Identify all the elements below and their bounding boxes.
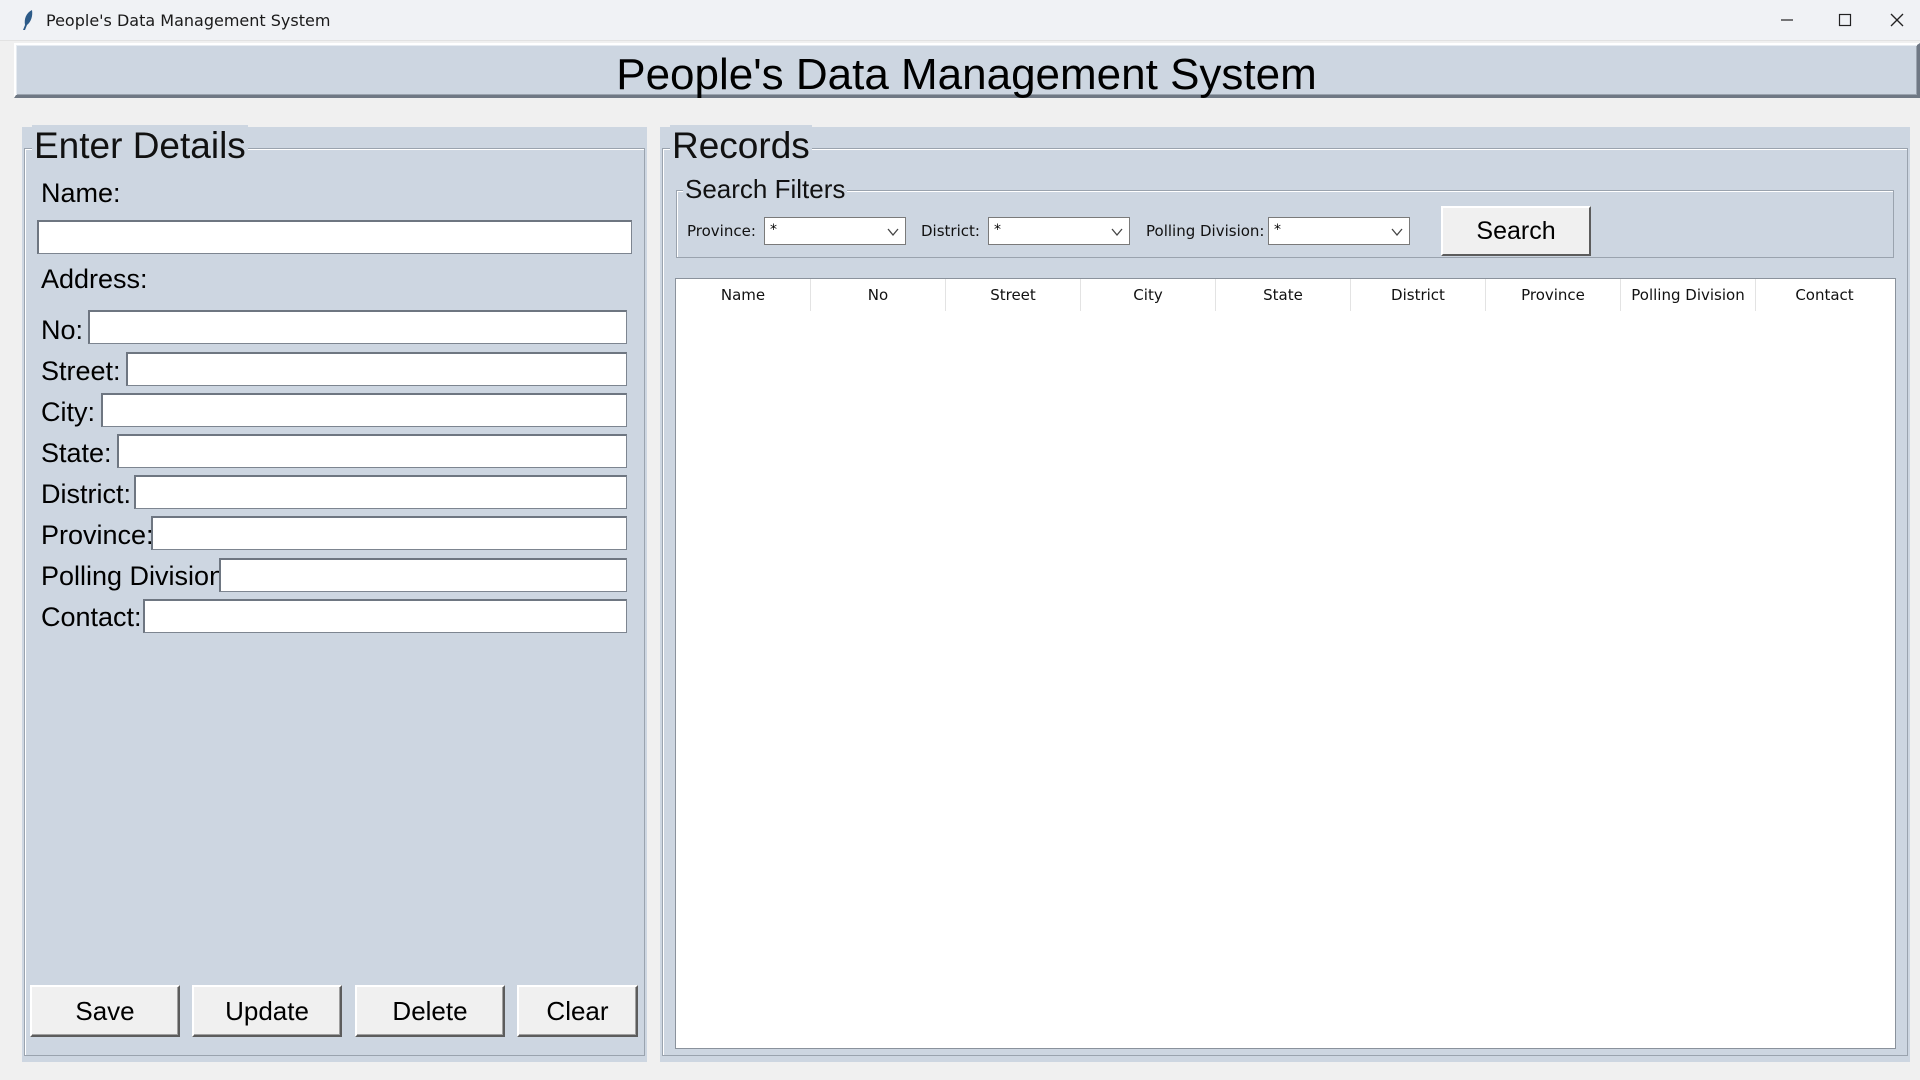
close-icon bbox=[1890, 13, 1904, 27]
column-header[interactable]: State bbox=[1216, 279, 1351, 311]
province-field[interactable] bbox=[151, 516, 627, 550]
column-header[interactable]: No bbox=[811, 279, 946, 311]
maximize-icon bbox=[1838, 13, 1852, 27]
province-filter-value: * bbox=[770, 222, 777, 238]
feather-icon bbox=[20, 9, 36, 31]
title-bar: People's Data Management System bbox=[0, 0, 1920, 41]
maximize-button[interactable] bbox=[1816, 0, 1874, 40]
address-label: Address: bbox=[41, 264, 148, 294]
chevron-down-icon bbox=[1111, 228, 1123, 237]
update-button[interactable]: Update bbox=[192, 985, 342, 1037]
clear-button[interactable]: Clear bbox=[517, 985, 638, 1037]
district-label: District: bbox=[41, 479, 131, 509]
column-header[interactable]: Contact bbox=[1756, 279, 1893, 311]
contact-label: Contact: bbox=[41, 602, 142, 632]
district-field[interactable] bbox=[134, 475, 627, 509]
column-header[interactable]: Province bbox=[1486, 279, 1621, 311]
state-field[interactable] bbox=[117, 434, 627, 468]
column-header[interactable]: Street bbox=[946, 279, 1081, 311]
minimize-icon bbox=[1781, 19, 1793, 21]
delete-button[interactable]: Delete bbox=[355, 985, 505, 1037]
no-label: No: bbox=[41, 315, 84, 345]
app-window: People's Data Management System People's… bbox=[0, 0, 1920, 1080]
details-group-title: Enter Details bbox=[32, 125, 248, 167]
search-button[interactable]: Search bbox=[1441, 206, 1591, 256]
chevron-down-icon bbox=[1391, 228, 1403, 237]
minimize-button[interactable] bbox=[1758, 0, 1816, 40]
polling-division-label: Polling Division: bbox=[41, 561, 232, 591]
contact-field[interactable] bbox=[143, 599, 627, 633]
district-filter-label: District: bbox=[921, 222, 980, 240]
save-button[interactable]: Save bbox=[30, 985, 180, 1037]
street-label: Street: bbox=[41, 356, 121, 386]
street-field[interactable] bbox=[126, 352, 627, 386]
province-filter-select[interactable]: * bbox=[764, 217, 906, 245]
district-filter-select[interactable]: * bbox=[988, 217, 1130, 245]
column-header[interactable]: City bbox=[1081, 279, 1216, 311]
column-header[interactable]: District bbox=[1351, 279, 1486, 311]
district-filter-value: * bbox=[994, 222, 1001, 238]
polling-division-filter-value: * bbox=[1274, 222, 1281, 238]
state-label: State: bbox=[41, 438, 112, 468]
province-label: Province: bbox=[41, 520, 154, 550]
polling-division-field[interactable] bbox=[219, 558, 627, 592]
records-table[interactable]: Name No Street City State District Province Pol… bbox=[675, 278, 1896, 1049]
records-group-title: Records bbox=[670, 125, 812, 167]
column-header[interactable]: Name bbox=[676, 279, 811, 311]
city-label: City: bbox=[41, 397, 95, 427]
window-title: People's Data Management System bbox=[46, 11, 331, 30]
polling-division-filter-label: Polling Division: bbox=[1146, 222, 1265, 240]
close-button[interactable] bbox=[1874, 0, 1920, 40]
header-banner: People's Data Management System bbox=[14, 43, 1920, 99]
city-field[interactable] bbox=[101, 393, 627, 427]
name-field[interactable] bbox=[37, 220, 632, 254]
no-field[interactable] bbox=[88, 310, 627, 344]
search-filters-title: Search Filters bbox=[683, 174, 848, 205]
polling-division-filter-select[interactable]: * bbox=[1268, 217, 1410, 245]
table-body[interactable] bbox=[676, 311, 1895, 1048]
province-filter-label: Province: bbox=[687, 222, 756, 240]
table-header: Name No Street City State District Province Pol… bbox=[676, 279, 1895, 311]
name-label: Name: bbox=[41, 178, 121, 208]
column-header[interactable]: Polling Division bbox=[1621, 279, 1756, 311]
chevron-down-icon bbox=[887, 228, 899, 237]
page-title: People's Data Management System bbox=[616, 50, 1317, 99]
